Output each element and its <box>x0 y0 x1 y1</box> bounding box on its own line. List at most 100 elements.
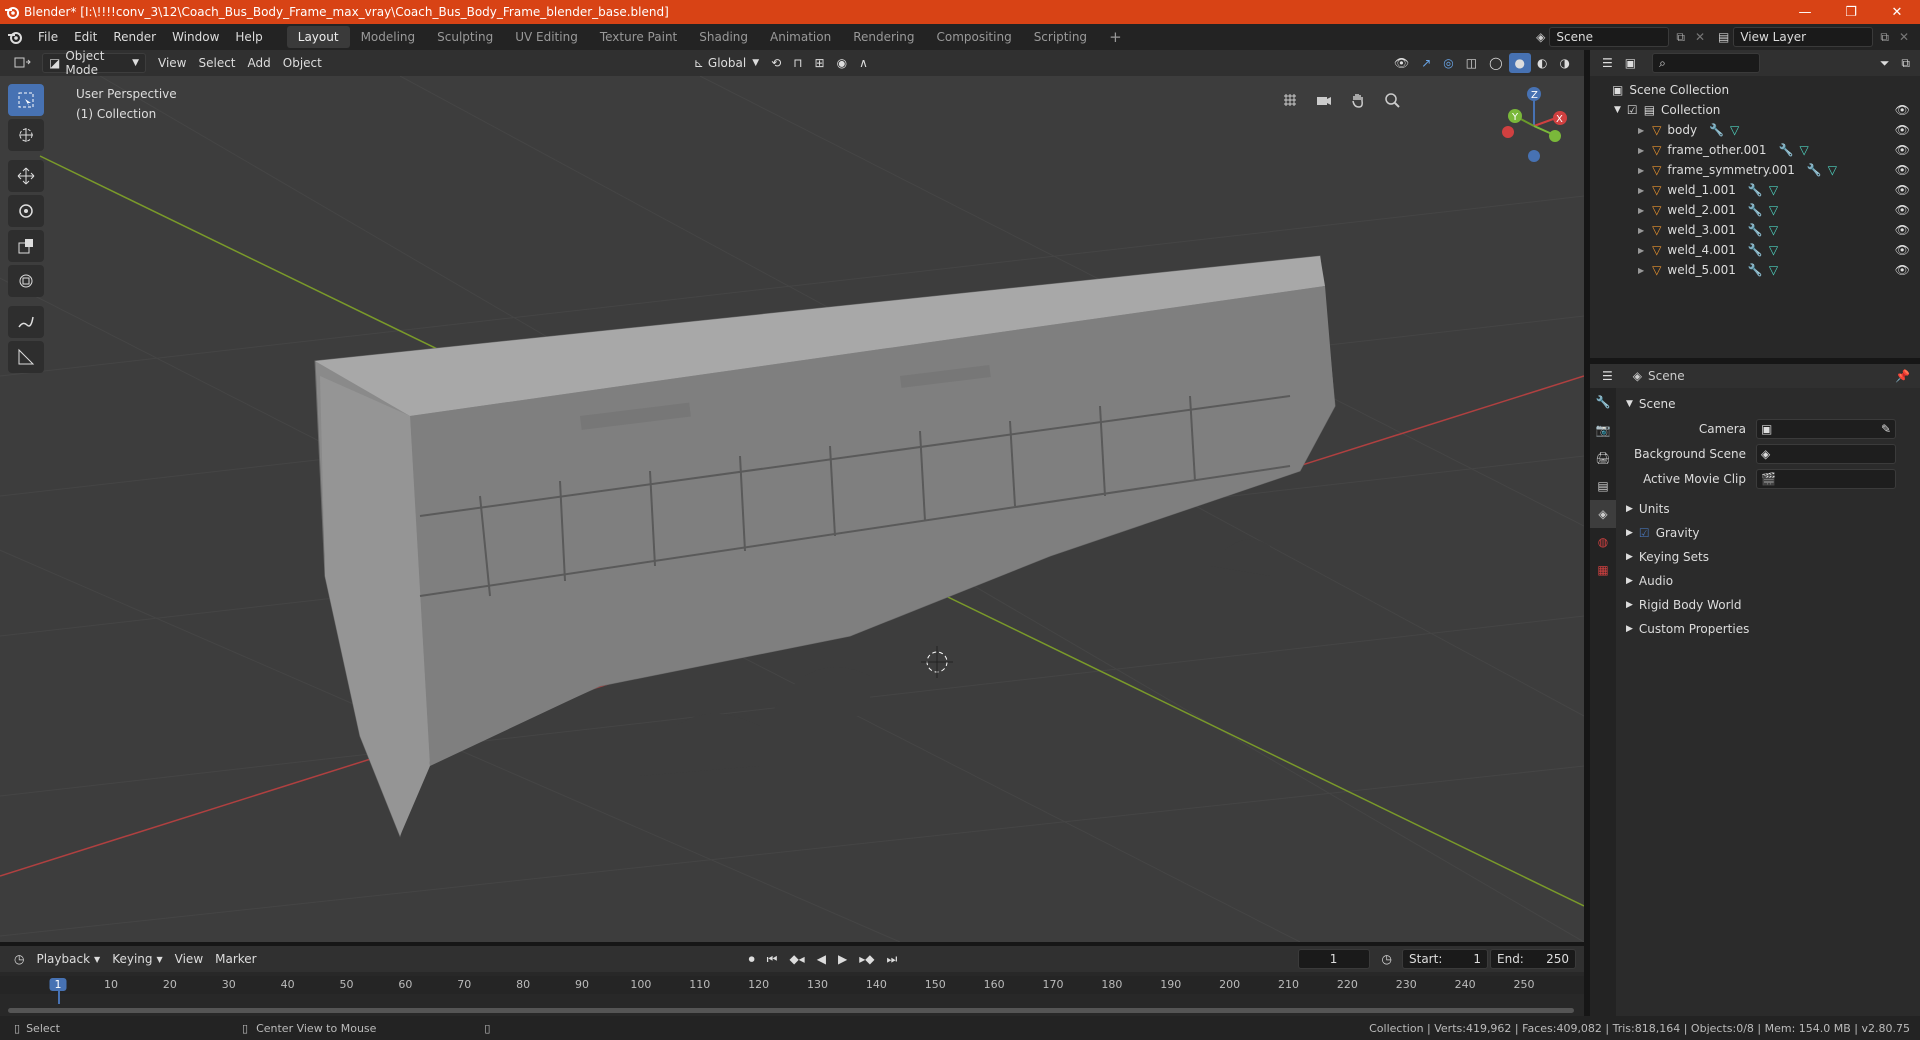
blender-menu-icon[interactable] <box>0 29 30 45</box>
tab-layout[interactable]: Layout <box>286 26 350 48</box>
3d-viewport[interactable]: Z X Y User Perspective (1) Collection <box>0 76 1584 942</box>
menu-window[interactable]: Window <box>164 24 227 50</box>
maximize-button[interactable]: ❐ <box>1828 0 1874 24</box>
remove-scene-icon[interactable]: ✕ <box>1692 30 1708 44</box>
units-section[interactable]: ▶ Units <box>1616 497 1920 521</box>
outliner-object-row[interactable]: ▶ ▽ weld_4.001 🔧 ▽ 👁 <box>1590 240 1920 260</box>
eye-icon[interactable]: 👁 <box>1895 143 1910 157</box>
expand-arrow-icon[interactable]: ▶ <box>1638 146 1644 155</box>
modifier-wrench-icon[interactable]: 🔧 <box>1748 263 1763 277</box>
scene-collection-row[interactable]: ▣ Scene Collection <box>1590 80 1920 100</box>
eye-icon[interactable]: 👁 <box>1895 103 1910 117</box>
scene-field[interactable]: Scene <box>1549 27 1670 47</box>
minimize-button[interactable]: — <box>1782 0 1828 24</box>
measure-tool-icon[interactable] <box>8 341 44 373</box>
expand-arrow-icon[interactable]: ▶ <box>1638 166 1644 175</box>
scene-tab-icon[interactable]: ◈ <box>1590 500 1616 528</box>
tab-scripting[interactable]: Scripting <box>1023 26 1098 48</box>
tab-rendering[interactable]: Rendering <box>842 26 925 48</box>
shading-solid-icon[interactable]: ● <box>1508 53 1532 73</box>
rigid-body-world-section[interactable]: ▶ Rigid Body World <box>1616 593 1920 617</box>
proportional-edit-icon[interactable]: ◉ <box>831 53 853 73</box>
expand-arrow-icon[interactable]: ▶ <box>1638 266 1644 275</box>
timeline-ruler[interactable]: 1 10 20 30 40 50 60 70 80 90 100 110 120 130 140 150 160… <box>0 976 1584 994</box>
outliner-object-row[interactable]: ▶ ▽ weld_1.001 🔧 ▽ 👁 <box>1590 180 1920 200</box>
remove-view-layer-icon[interactable]: ✕ <box>1896 30 1912 44</box>
cursor-tool-icon[interactable] <box>8 119 44 151</box>
orientation-dropdown[interactable]: ⊾ Global ▼ <box>688 53 765 73</box>
end-frame-field[interactable]: End: 250 <box>1490 949 1576 969</box>
world-tab-icon[interactable]: ◍ <box>1590 528 1616 556</box>
snap-settings-icon[interactable]: ⊞ <box>809 53 831 73</box>
select-box-tool-icon[interactable] <box>8 84 44 116</box>
expand-arrow-icon[interactable]: ▶ <box>1638 206 1644 215</box>
timeline-menu-view[interactable]: View <box>169 949 209 969</box>
keying-sets-section[interactable]: ▶ Keying Sets <box>1616 545 1920 569</box>
close-button[interactable]: ✕ <box>1874 0 1920 24</box>
mesh-data-icon[interactable]: ▽ <box>1769 223 1778 237</box>
modifier-wrench-icon[interactable]: 🔧 <box>1748 243 1763 257</box>
scale-tool-icon[interactable] <box>8 230 44 262</box>
tab-compositing[interactable]: Compositing <box>925 26 1022 48</box>
object-mode-dropdown[interactable]: ◪ Object Mode ▼ <box>42 49 146 77</box>
record-icon[interactable]: ⏺ <box>743 949 761 969</box>
tab-animation[interactable]: Animation <box>759 26 842 48</box>
properties-editor-type-icon[interactable]: ☰ <box>1596 366 1619 386</box>
prev-keyframe-icon[interactable]: ◆◂ <box>783 949 810 969</box>
view-layer-tab-icon[interactable]: ▤ <box>1590 472 1616 500</box>
mesh-data-icon[interactable]: ▽ <box>1800 143 1809 157</box>
tab-shading[interactable]: Shading <box>688 26 759 48</box>
tool-tab-icon[interactable]: 🔧 <box>1590 388 1616 416</box>
expand-arrow-icon[interactable]: ▶ <box>1638 246 1644 255</box>
eyedropper-icon[interactable]: ✎ <box>1881 422 1891 436</box>
scene-section-header[interactable]: ▼ Scene <box>1616 392 1920 416</box>
viewport-menu-select[interactable]: Select <box>192 53 241 73</box>
render-tab-icon[interactable]: 📷 <box>1590 416 1616 444</box>
eye-icon[interactable]: 👁 <box>1895 263 1910 277</box>
transform-tool-icon[interactable] <box>8 265 44 297</box>
timeline-menu-playback[interactable]: Playback ▼ <box>30 949 106 969</box>
annotate-tool-icon[interactable] <box>8 306 44 338</box>
expand-arrow-icon[interactable]: ▶ <box>1638 226 1644 235</box>
display-mode-icon[interactable]: ▣ <box>1619 53 1642 73</box>
modifier-wrench-icon[interactable]: 🔧 <box>1748 223 1763 237</box>
eye-icon[interactable]: 👁 <box>1895 163 1910 177</box>
pan-hand-icon[interactable] <box>1344 86 1372 114</box>
texture-tab-icon[interactable]: ▦ <box>1590 556 1616 584</box>
timeline[interactable]: 1 10 20 30 40 50 60 70 80 90 100 110 120 130 140 150 160… <box>0 972 1584 1016</box>
mesh-data-icon[interactable]: ▽ <box>1769 263 1778 277</box>
outliner-search-input[interactable]: ⌕ <box>1652 53 1761 73</box>
mesh-data-icon[interactable]: ▽ <box>1769 203 1778 217</box>
jump-end-icon[interactable]: ⏭ <box>880 949 903 969</box>
jump-start-icon[interactable]: ⏮ <box>761 949 784 969</box>
tab-modeling[interactable]: Modeling <box>350 26 427 48</box>
mesh-data-icon[interactable]: ▽ <box>1828 163 1837 177</box>
tab-texture-paint[interactable]: Texture Paint <box>589 26 688 48</box>
new-collection-icon[interactable]: ⧉ <box>1895 53 1916 73</box>
viewport-menu-view[interactable]: View <box>152 53 192 73</box>
outliner-object-row[interactable]: ▶ ▽ frame_other.001 🔧 ▽ 👁 <box>1590 140 1920 160</box>
eye-icon[interactable]: 👁 <box>1895 223 1910 237</box>
pivot-icon[interactable]: ⟲ <box>765 53 787 73</box>
overlay-toggle-icon[interactable]: ◎ <box>1437 53 1459 73</box>
modifier-wrench-icon[interactable]: 🔧 <box>1748 183 1763 197</box>
visibility-icon[interactable]: 👁 <box>1388 53 1415 73</box>
outliner-editor-type-icon[interactable]: ☰ <box>1596 53 1619 73</box>
modifier-wrench-icon[interactable]: 🔧 <box>1807 163 1822 177</box>
current-frame-field[interactable]: 1 <box>1297 949 1370 969</box>
gravity-checkbox[interactable]: ☑ <box>1639 526 1650 540</box>
checkbox-icon[interactable]: ☑ <box>1627 103 1638 117</box>
modifier-wrench-icon[interactable]: 🔧 <box>1779 143 1794 157</box>
menu-render[interactable]: Render <box>105 24 164 50</box>
custom-properties-section[interactable]: ▶ Custom Properties <box>1616 617 1920 641</box>
viewport-menu-object[interactable]: Object <box>277 53 328 73</box>
area-divider[interactable] <box>1584 50 1590 1016</box>
filter-icon[interactable]: ⏷ <box>1874 53 1896 73</box>
zoom-icon[interactable] <box>1378 86 1406 114</box>
outliner-object-row[interactable]: ▶ ▽ weld_5.001 🔧 ▽ 👁 <box>1590 260 1920 280</box>
start-frame-field[interactable]: Start: 1 <box>1402 949 1488 969</box>
output-tab-icon[interactable]: 🖨 <box>1590 444 1616 472</box>
audio-section[interactable]: ▶ Audio <box>1616 569 1920 593</box>
area-divider[interactable] <box>0 942 1584 946</box>
mesh-data-icon[interactable]: ▽ <box>1730 123 1739 137</box>
